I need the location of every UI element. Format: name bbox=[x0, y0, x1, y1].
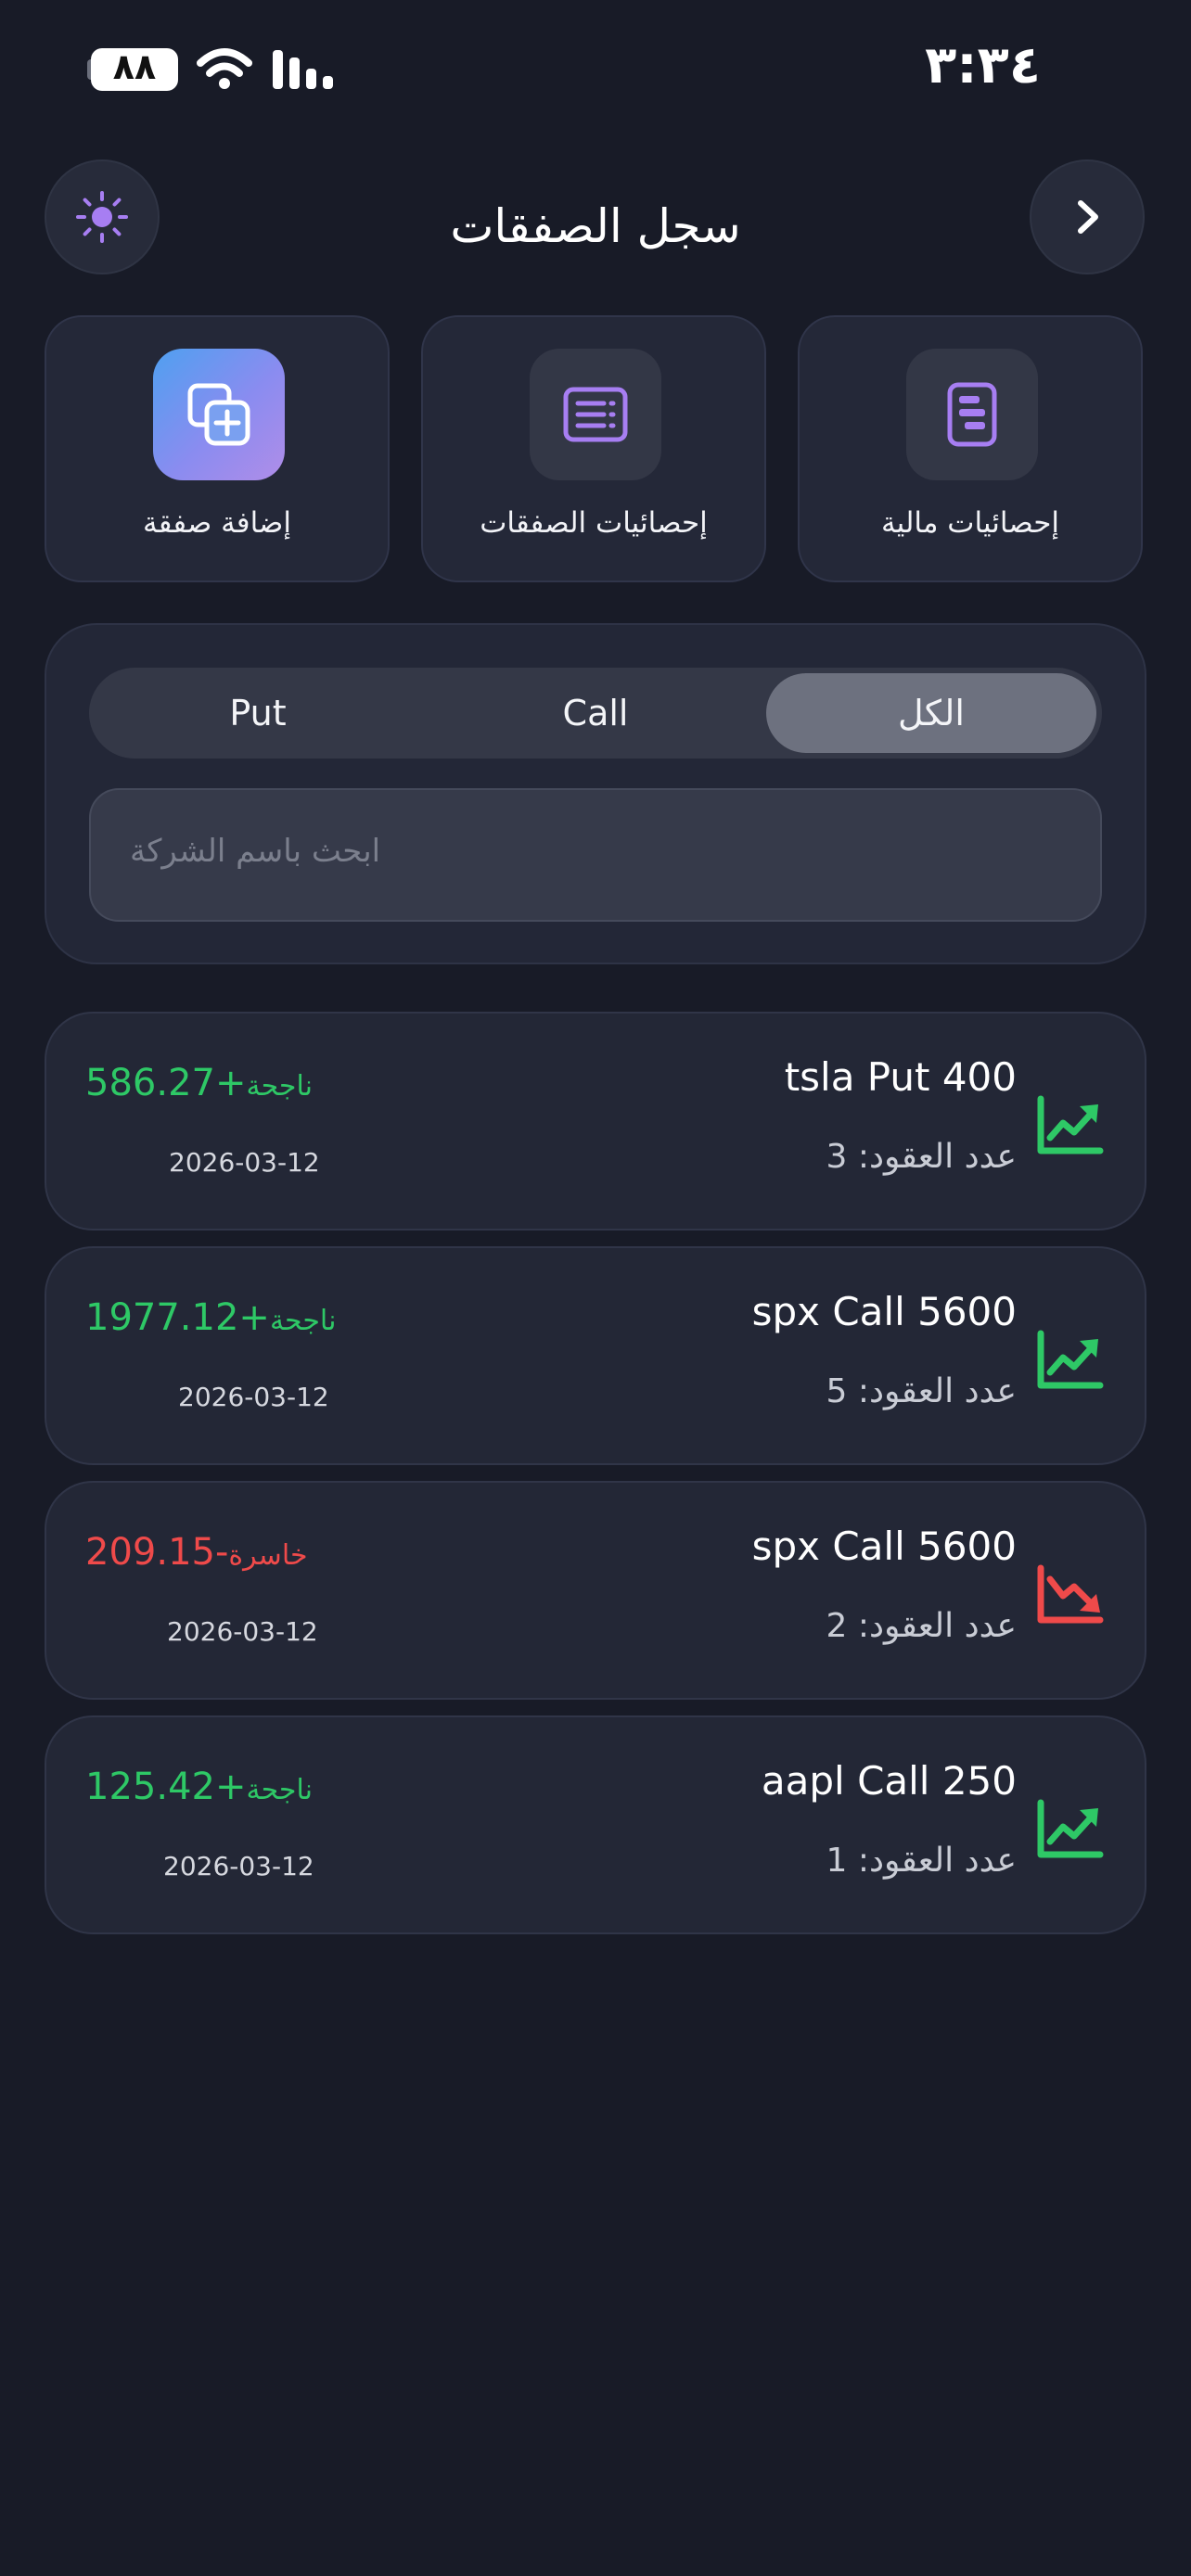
trade-pnl-row: ناجحة+125.42 bbox=[85, 1766, 322, 1808]
trade-status: ناجحة bbox=[269, 1305, 337, 1337]
tab-all[interactable]: الكل bbox=[766, 673, 1096, 753]
trade-pnl: +586.27 bbox=[85, 1062, 247, 1104]
finance-stats-tile bbox=[906, 349, 1038, 480]
trade-contracts: عدد العقود: 2 bbox=[826, 1607, 1017, 1645]
chevron-right-icon bbox=[1078, 200, 1098, 234]
trade-card[interactable]: aapl Call 250 عدد العقود: 1 ناجحة+125.42… bbox=[45, 1715, 1146, 1934]
status-time: ٣:٣٤ bbox=[925, 35, 1041, 96]
search-box: ابحث باسم الشركة bbox=[89, 788, 1102, 922]
trade-title: tsla Put 400 bbox=[784, 1054, 1017, 1100]
trade-pnl-row: ناجحة+586.27 bbox=[85, 1062, 322, 1104]
page-title: سجل الصفقات bbox=[450, 199, 741, 253]
trade-status: خاسرة bbox=[228, 1539, 308, 1572]
forward-button[interactable] bbox=[1030, 159, 1145, 274]
signal-icon bbox=[273, 50, 333, 89]
trade-pnl: +1977.12 bbox=[85, 1296, 270, 1339]
battery-level: ٨٨ bbox=[112, 46, 157, 87]
add-copy-icon bbox=[187, 383, 250, 446]
trade-pnl-row: خاسرة-209.15 bbox=[85, 1531, 317, 1574]
trade-stats-label: إحصائيات الصفقات bbox=[480, 506, 708, 540]
trend-up-icon bbox=[1037, 1330, 1104, 1389]
trade-date: 2026-03-12 bbox=[169, 1147, 320, 1178]
add-trade-label: إضافة صفقة bbox=[143, 506, 291, 540]
trade-title: spx Call 5600 bbox=[751, 1524, 1017, 1569]
trade-stats-tile bbox=[530, 349, 661, 480]
filter-panel: Put Call الكل ابحث باسم الشركة bbox=[45, 623, 1146, 964]
trade-card[interactable]: tsla Put 400 عدد العقود: 3 ناجحة+586.27 … bbox=[45, 1012, 1146, 1231]
finance-stats-icon bbox=[947, 382, 997, 447]
trade-card[interactable]: spx Call 5600 عدد العقود: 2 خاسرة-209.15… bbox=[45, 1481, 1146, 1700]
trade-pnl: -209.15 bbox=[85, 1531, 229, 1574]
trade-pnl: +125.42 bbox=[85, 1766, 247, 1808]
trade-date: 2026-03-12 bbox=[163, 1851, 314, 1881]
trend-down-icon bbox=[1037, 1564, 1104, 1624]
trade-status: ناجحة bbox=[246, 1070, 313, 1103]
trade-date: 2026-03-12 bbox=[167, 1616, 318, 1647]
trade-contracts: عدد العقود: 3 bbox=[826, 1138, 1017, 1176]
trade-title: aapl Call 250 bbox=[761, 1758, 1017, 1804]
finance-stats-card[interactable]: إحصائيات مالية bbox=[798, 315, 1143, 582]
search-input[interactable] bbox=[91, 790, 1100, 920]
tab-put[interactable]: Put bbox=[89, 668, 427, 759]
list-stats-icon bbox=[563, 387, 628, 442]
tab-call[interactable]: Call bbox=[427, 668, 764, 759]
trade-status: ناجحة bbox=[246, 1774, 313, 1806]
trend-up-icon bbox=[1037, 1799, 1104, 1858]
add-trade-card[interactable]: إضافة صفقة bbox=[45, 315, 390, 582]
trade-card[interactable]: spx Call 5600 عدد العقود: 5 ناجحة+1977.1… bbox=[45, 1246, 1146, 1465]
wifi-icon bbox=[197, 48, 252, 89]
trade-title: spx Call 5600 bbox=[751, 1289, 1017, 1334]
trade-stats-card[interactable]: إحصائيات الصفقات bbox=[421, 315, 766, 582]
add-trade-tile bbox=[153, 349, 285, 480]
finance-stats-label: إحصائيات مالية bbox=[880, 506, 1060, 540]
trade-contracts: عدد العقود: 1 bbox=[826, 1842, 1017, 1880]
trade-pnl-row: ناجحة+1977.12 bbox=[85, 1296, 345, 1339]
trade-contracts: عدد العقود: 5 bbox=[826, 1372, 1017, 1410]
battery-icon: ٨٨ bbox=[91, 46, 178, 91]
trade-date: 2026-03-12 bbox=[178, 1382, 329, 1412]
trend-up-icon bbox=[1037, 1095, 1104, 1154]
type-segmented-control: Put Call الكل bbox=[89, 668, 1102, 759]
